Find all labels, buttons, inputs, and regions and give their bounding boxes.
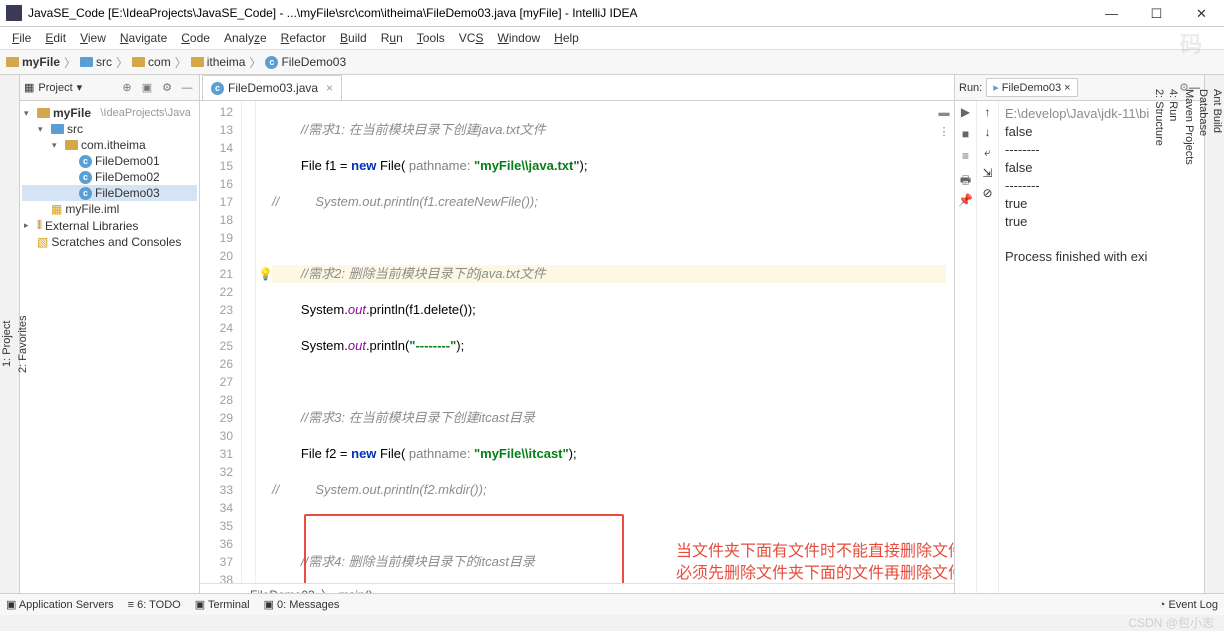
gear-icon[interactable]: ⚙ [159,80,175,96]
title-bar: JavaSE_Code [E:\IdeaProjects\JavaSE_Code… [0,0,1224,27]
crumb-file[interactable]: cFileDemo03 [265,55,346,69]
hide-icon[interactable]: — [179,80,195,96]
app-icon [6,5,22,21]
editor-tabs: cFileDemo03.java× [200,75,954,101]
menu-edit[interactable]: Edit [39,29,72,47]
project-panel-header: ▦Project▾ ⊕ ▣ ⚙ — [20,75,199,101]
run-toolbar-right: ↑ ↓ ⤶ ⇲ ⊘ [977,101,999,605]
tree-file1[interactable]: cFileDemo01 [22,153,197,169]
menu-help[interactable]: Help [548,29,585,47]
watermark: 码 [1180,27,1204,59]
tree-package[interactable]: ▾com.itheima [22,137,197,153]
tree-module[interactable]: ▾myFile \IdeaProjects\Java [22,105,197,121]
editor-tab[interactable]: cFileDemo03.java× [202,75,342,100]
collapse-icon[interactable]: ▣ [139,80,155,96]
layout-icon[interactable]: ≡ [958,149,974,165]
wrap-icon[interactable]: ⤶ [984,145,991,160]
rail-structure[interactable]: 2: Structure [1152,83,1166,605]
rerun-icon[interactable]: ▶ [958,105,974,121]
tree-external-libs[interactable]: ▸⫴External Libraries [22,217,197,234]
fold-gutter [242,101,256,583]
maximize-button[interactable]: ☐ [1134,0,1179,27]
line-gutter: 1213141516171819202122232425262728293031… [200,101,242,583]
project-panel: ▦Project▾ ⊕ ▣ ⚙ — ▾myFile \IdeaProjects\… [20,75,200,605]
rail-maven[interactable]: Maven Projects [1182,83,1196,605]
menu-window[interactable]: Window [491,29,546,47]
run-toolbar-left: ▶ ■ ≡ 🖶 📌 [955,101,977,605]
right-tool-rail: Ant Build Database Maven Projects 4: Run… [1204,75,1224,605]
print-icon[interactable]: 🖶 [958,171,974,187]
tree-iml[interactable]: ▦myFile.iml [22,201,197,217]
menu-refactor[interactable]: Refactor [275,29,332,47]
bulb-icon[interactable]: 💡 [258,265,273,283]
menu-navigate[interactable]: Navigate [114,29,173,47]
rail-project[interactable]: 1: Project [0,83,14,605]
window-title: JavaSE_Code [E:\IdeaProjects\JavaSE_Code… [28,6,1089,20]
locate-icon[interactable]: ⊕ [119,80,135,96]
close-icon[interactable]: × [326,81,333,95]
status-event-log[interactable]: ◔ Event Log [1159,599,1218,611]
pin-icon[interactable]: 📌 [958,193,974,209]
status-terminal[interactable]: ▣ Terminal [195,598,250,611]
editor-body[interactable]: 1213141516171819202122232425262728293031… [200,101,954,583]
scroll-icon[interactable]: ⇲ [982,166,992,180]
stop-icon[interactable]: ■ [958,127,974,143]
status-appservers[interactable]: ▣ Application Servers [6,598,114,611]
run-tab[interactable]: ▸FileDemo03× [986,78,1077,97]
menu-vcs[interactable]: VCS [453,29,490,47]
crumb-module[interactable]: myFile [6,55,60,69]
editor-side-toolbar: ▬ ⋮ [934,101,954,138]
rail-run[interactable]: 4: Run [1166,83,1180,605]
menu-view[interactable]: View [74,29,112,47]
status-bar: ▣ Application Servers ≡ 6: TODO ▣ Termin… [0,593,1224,615]
status-messages[interactable]: ▣ 0: Messages [264,598,340,611]
rail-database[interactable]: Database [1196,83,1210,605]
run-label: Run: [959,82,982,94]
project-panel-title: Project [38,82,72,94]
clear-icon[interactable]: ⊘ [982,186,992,200]
rail-favorites[interactable]: 2: Favorites [16,83,30,605]
editor-panel: cFileDemo03.java× 1213141516171819202122… [200,75,954,605]
tree-file2[interactable]: cFileDemo02 [22,169,197,185]
crumb-src[interactable]: src [80,55,112,69]
tree-src[interactable]: ▾src [22,121,197,137]
down-icon[interactable]: ↓ [985,125,991,139]
rail-ant[interactable]: Ant Build [1210,83,1224,605]
code-area[interactable]: //需求1: 在当前模块目录下创建java.txt文件 File f1 = ne… [256,101,954,583]
main-area: 1: Project 2: Favorites ▦Project▾ ⊕ ▣ ⚙ … [0,75,1224,605]
crumb-pkg[interactable]: itheima [191,55,246,69]
tree-scratches[interactable]: ▧Scratches and Consoles [22,234,197,250]
scroll-icon[interactable]: ⋮ [939,125,950,138]
menu-tools[interactable]: Tools [411,29,451,47]
footer-watermark: CSDN @包小志 [1128,614,1214,631]
annotation-text: 当文件夹下面有文件时不能直接删除文件夹必须先删除文件夹下面的文件再删除文件夹 [676,541,954,583]
menu-bar: File Edit View Navigate Code Analyze Ref… [0,27,1224,50]
tree-file3[interactable]: cFileDemo03 [22,185,197,201]
menu-analyze[interactable]: Analyze [218,29,273,47]
project-tree: ▾myFile \IdeaProjects\Java ▾src ▾com.ith… [20,101,199,254]
menu-build[interactable]: Build [334,29,373,47]
menu-code[interactable]: Code [175,29,216,47]
status-todo[interactable]: ≡ 6: TODO [128,599,181,611]
up-icon[interactable]: ↑ [985,105,991,119]
error-stripe: ▬ [939,107,950,119]
crumb-com[interactable]: com [132,55,171,69]
left-tool-rail: 1: Project 2: Favorites [0,75,20,605]
minimize-button[interactable]: — [1089,0,1134,27]
nav-bar: myFile〉 src〉 com〉 itheima〉 cFileDemo03 [0,50,1224,75]
menu-file[interactable]: File [6,29,37,47]
close-button[interactable]: ✕ [1179,0,1224,27]
menu-run[interactable]: Run [375,29,409,47]
